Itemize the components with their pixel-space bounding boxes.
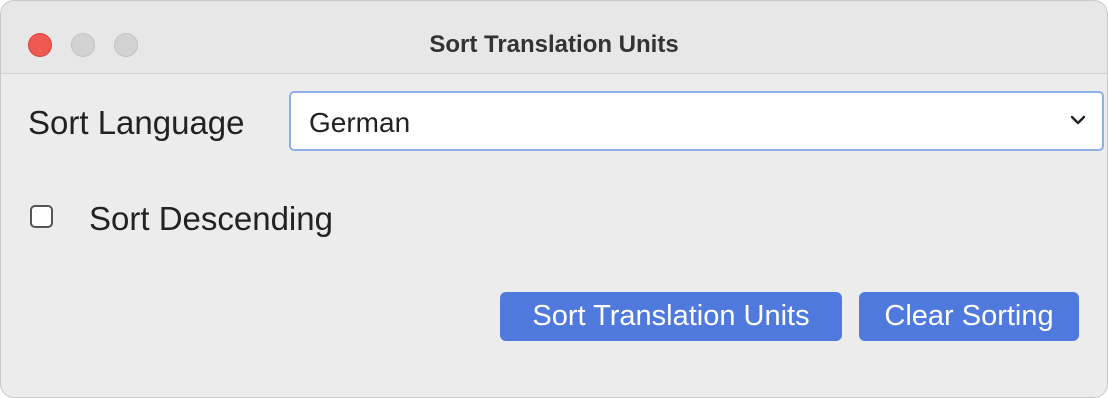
sort-descending-label[interactable]: Sort Descending [89,200,333,238]
sort-language-value: German [309,107,411,138]
sort-dialog-window: Sort Translation Units Sort Language Ger… [0,0,1108,398]
sort-descending-checkbox[interactable] [30,205,53,228]
sort-language-label: Sort Language [28,104,245,141]
sort-language-select[interactable]: German [289,91,1104,151]
sort-translation-units-button[interactable]: Sort Translation Units [500,292,842,341]
clear-sorting-button[interactable]: Clear Sorting [859,292,1079,341]
title-bar: Sort Translation Units [1,1,1107,74]
window-title: Sort Translation Units [429,31,679,58]
chevron-down-icon [1070,115,1086,125]
